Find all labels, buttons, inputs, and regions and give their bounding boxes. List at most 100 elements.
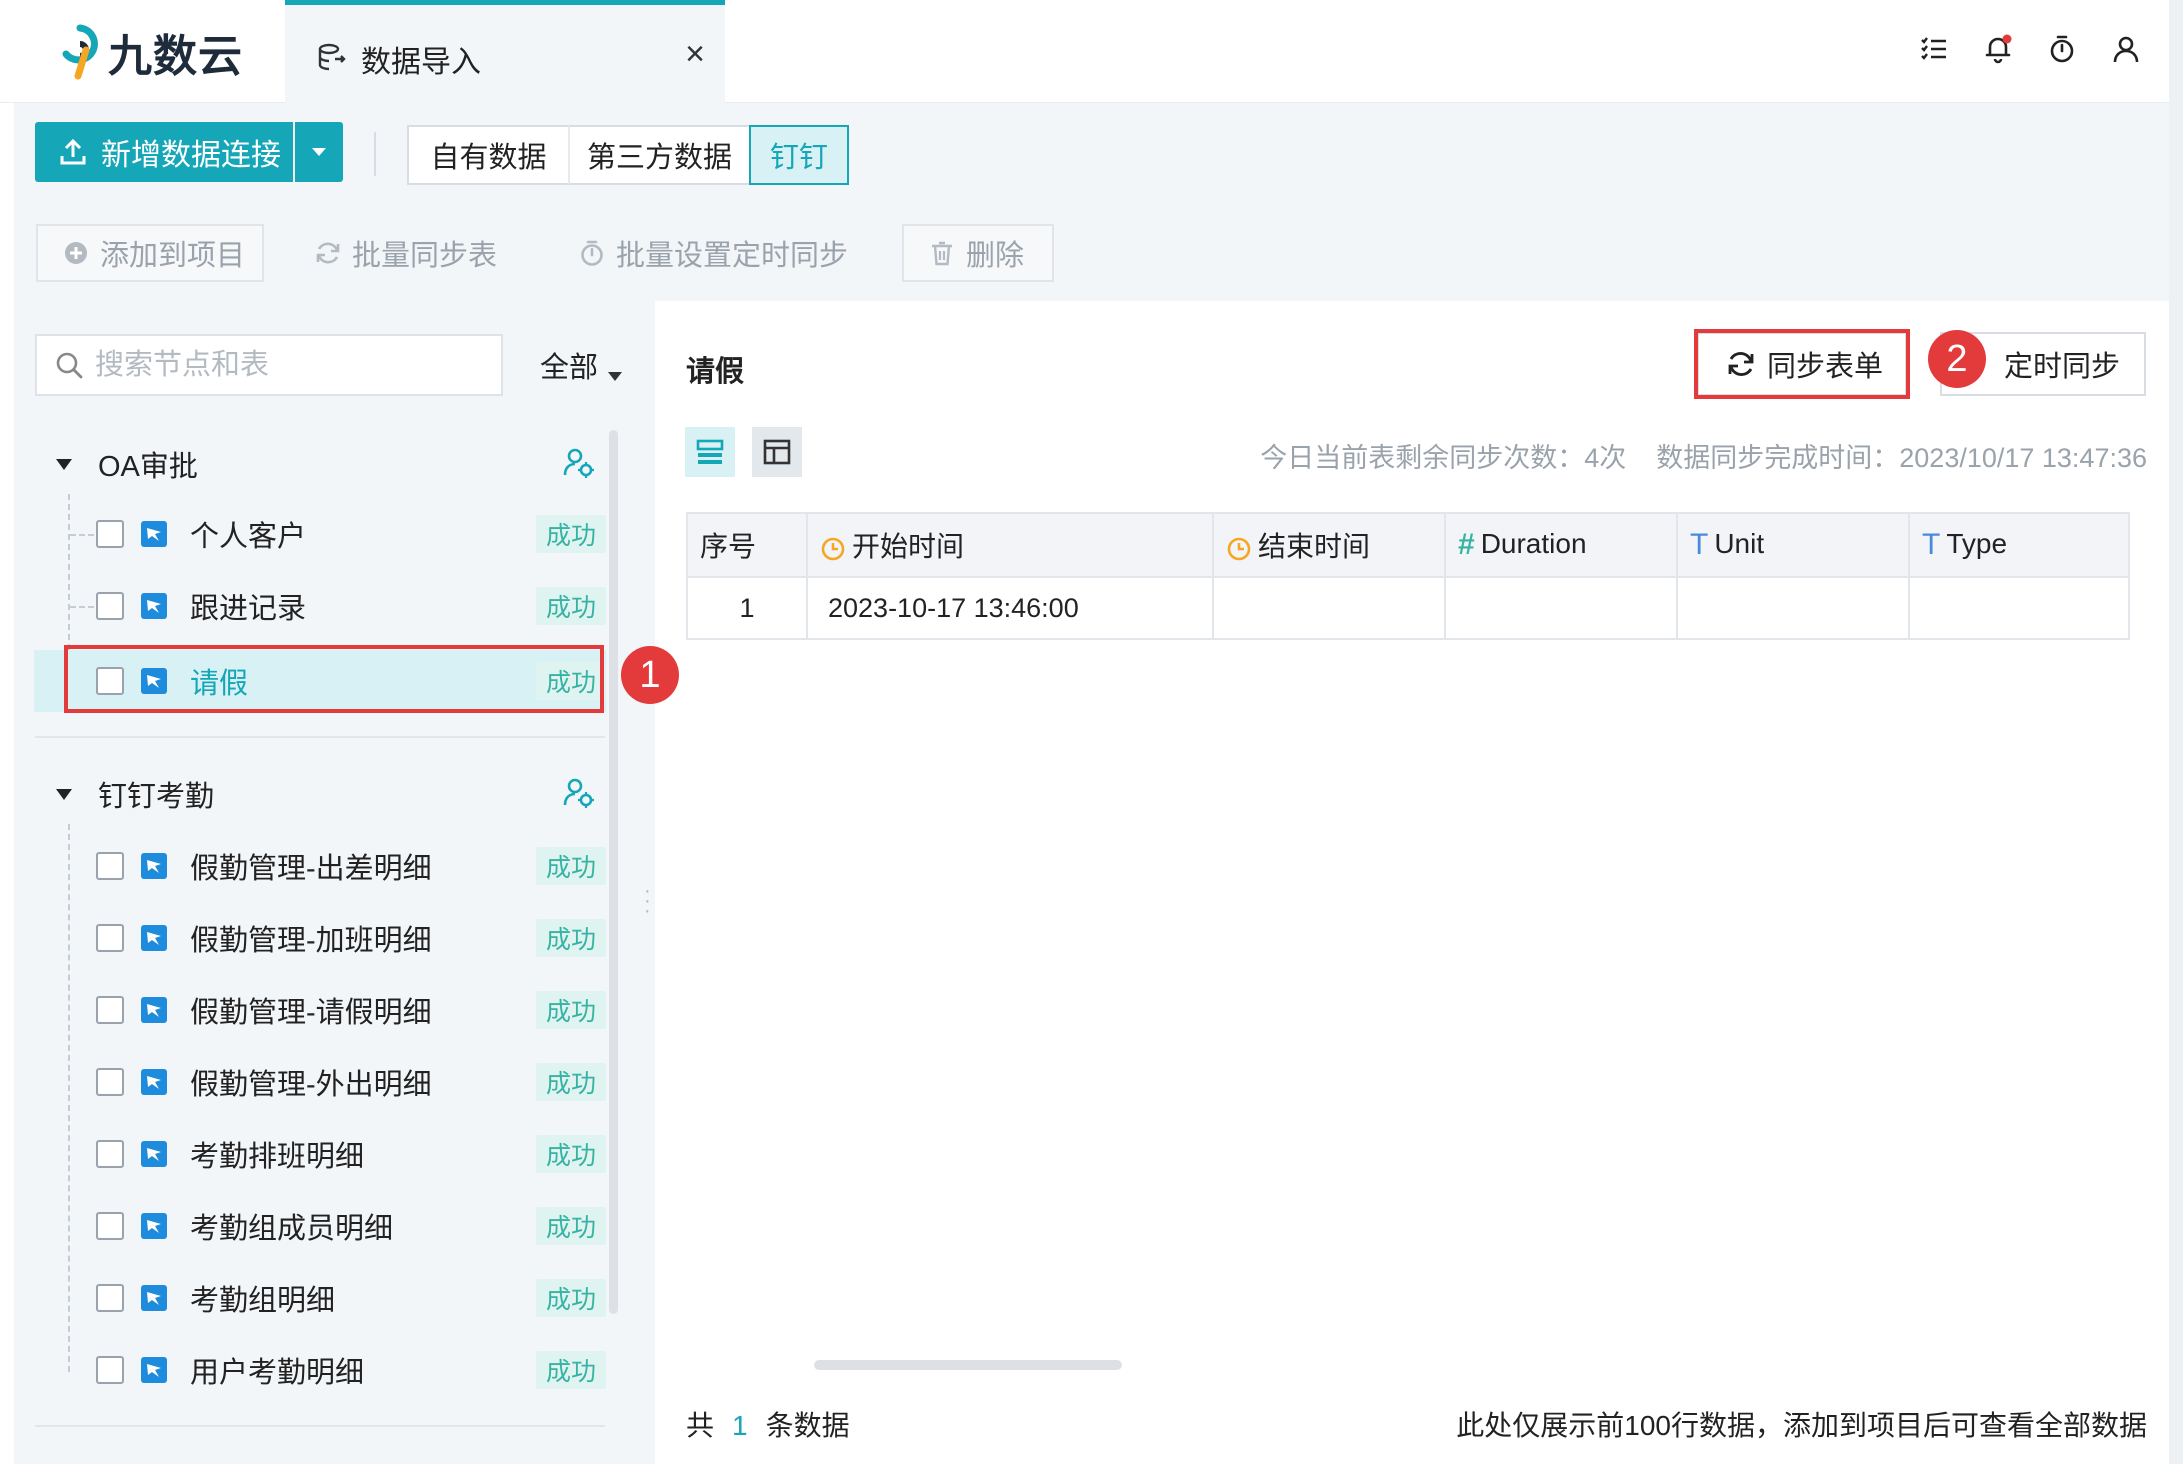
form-view-button[interactable] [685, 427, 735, 477]
dingtalk-table-icon [141, 1069, 167, 1095]
new-connection-dropdown-button[interactable] [295, 122, 343, 182]
column-header-index[interactable]: 序号 [686, 512, 808, 578]
table-header-row: 序号 开始时间 结束时间 # Duration T Unit T Type [686, 512, 2130, 578]
new-data-connection-button[interactable]: 新增数据连接 [35, 122, 293, 182]
filter-dropdown[interactable]: 全部 [540, 344, 623, 386]
logo-text: 九数云 [108, 32, 243, 81]
segment-own-data[interactable]: 自有数据 [407, 125, 568, 185]
tree-item-name: 个人客户 [190, 521, 307, 553]
status-badge: 成功 [535, 919, 606, 957]
tree-item-user-attendance[interactable]: 用户考勤明细 成功 [66, 1342, 606, 1398]
tree-item-attendance-group[interactable]: 考勤组明细 成功 [66, 1270, 606, 1326]
item-checkbox[interactable] [96, 852, 124, 880]
item-checkbox[interactable] [96, 1284, 124, 1312]
tree-item-group-members[interactable]: 考勤组成员明细 成功 [66, 1198, 606, 1254]
item-checkbox[interactable] [96, 1140, 124, 1168]
item-checkbox[interactable] [96, 592, 124, 620]
annotation-marker-1: 1 [621, 646, 679, 704]
dingtalk-table-icon [141, 1285, 167, 1311]
dingtalk-table-icon [141, 997, 167, 1023]
add-to-project-button[interactable]: 添加到项目 [36, 224, 264, 282]
item-checkbox[interactable] [96, 924, 124, 952]
datetime-type-icon [821, 537, 845, 560]
annotation-highlight-box [64, 645, 604, 713]
table-horizontal-scrollbar[interactable] [814, 1360, 1122, 1370]
annotation-highlight-box [1694, 329, 1910, 399]
user-settings-icon[interactable] [562, 446, 596, 480]
tree-item-name: 考勤组成员明细 [190, 1213, 394, 1245]
item-checkbox[interactable] [96, 996, 124, 1024]
tab-data-import[interactable]: 数据导入 × [285, 0, 725, 103]
column-header-start-time[interactable]: 开始时间 [806, 512, 1214, 578]
tree-item-follow-up[interactable]: 跟进记录 成功 [66, 578, 606, 634]
text-type-icon: T [1922, 528, 1941, 562]
table-cell [1444, 576, 1678, 640]
tree-item-name: 跟进记录 [190, 593, 307, 625]
tree-group-dingtalk-attendance[interactable]: 钉钉考勤 [56, 772, 596, 816]
group-divider [35, 736, 605, 738]
item-checkbox[interactable] [96, 1068, 124, 1096]
item-checkbox[interactable] [96, 1212, 124, 1240]
column-header-type[interactable]: T Type [1908, 512, 2130, 578]
annotation-marker-2: 2 [1928, 330, 1986, 388]
caret-down-icon [608, 371, 623, 381]
tab-label: 数据导入 [361, 46, 481, 79]
table-view-button[interactable] [752, 427, 802, 477]
close-icon[interactable]: × [675, 35, 715, 74]
left-panel-scrollbar[interactable] [609, 430, 618, 1314]
panel-resize-handle[interactable]: · · · [644, 881, 651, 921]
column-header-end-time[interactable]: 结束时间 [1212, 512, 1446, 578]
column-header-duration[interactable]: # Duration [1444, 512, 1678, 578]
batch-sync-button[interactable]: 批量同步表 [314, 224, 497, 282]
app-logo[interactable]: 九数云 [56, 24, 243, 81]
batch-timer-sync-button[interactable]: 批量设置定时同步 [578, 224, 848, 282]
batch-timer-sync-label: 批量设置定时同步 [616, 240, 849, 272]
tree-group-name: OA审批 [98, 451, 198, 483]
tree-item-shift-schedule[interactable]: 考勤排班明细 成功 [66, 1126, 606, 1182]
tree-group-oa[interactable]: OA审批 [56, 442, 596, 486]
sync-complete-time: 数据同步完成时间：2023/10/17 13:47:36 [1656, 443, 2147, 473]
tree-item-outing[interactable]: 假勤管理-外出明细 成功 [66, 1054, 606, 1110]
trash-icon [932, 241, 952, 266]
row-count-suffix: 条数据 [765, 1410, 850, 1441]
table-cell: 1 [686, 576, 808, 640]
user-icon[interactable] [2107, 30, 2145, 68]
table-cell: 2023-10-17 13:46:00 [806, 576, 1214, 640]
tree-item-business-trip[interactable]: 假勤管理-出差明细 成功 [66, 838, 606, 894]
sync-info: 今日当前表剩余同步次数：4次 数据同步完成时间：2023/10/17 13:47:… [1260, 436, 2147, 475]
delete-label: 删除 [966, 240, 1025, 272]
search-box[interactable] [35, 334, 503, 396]
tree-item-leave-detail[interactable]: 假勤管理-请假明细 成功 [66, 982, 606, 1038]
caret-down-icon[interactable] [56, 458, 72, 470]
dingtalk-table-icon [141, 593, 167, 619]
timer-sync-label: 定时同步 [2004, 351, 2121, 383]
add-to-project-label: 添加到项目 [100, 240, 246, 272]
item-checkbox[interactable] [96, 520, 124, 548]
caret-down-icon [312, 148, 326, 156]
segment-dingtalk[interactable]: 钉钉 [749, 125, 849, 185]
preview-limit-note: 此处仅展示前100行数据，添加到项目后可查看全部数据 [1456, 1410, 2147, 1441]
user-settings-icon[interactable] [562, 776, 596, 810]
item-checkbox[interactable] [96, 1356, 124, 1384]
timer-icon[interactable] [2043, 30, 2081, 68]
table-cell [1676, 576, 1910, 640]
remaining-sync-text: 今日当前表剩余同步次数：4次 [1260, 443, 1627, 473]
right-edge-strip [2169, 0, 2183, 1464]
plus-circle-icon [65, 242, 87, 264]
batch-sync-label: 批量同步表 [352, 240, 498, 272]
logo-icon [62, 24, 98, 80]
tree-group-name: 钉钉考勤 [98, 781, 215, 813]
segment-third-party-data[interactable]: 第三方数据 [568, 125, 749, 185]
search-input[interactable] [95, 348, 495, 382]
status-badge: 成功 [535, 1135, 606, 1173]
column-header-unit[interactable]: T Unit [1676, 512, 1910, 578]
list-icon[interactable] [1915, 30, 1953, 68]
dingtalk-table-icon [141, 1357, 167, 1383]
delete-button[interactable]: 删除 [902, 224, 1054, 282]
dingtalk-table-icon [141, 925, 167, 951]
bell-icon[interactable] [1979, 30, 2017, 68]
tree-item-overtime[interactable]: 假勤管理-加班明细 成功 [66, 910, 606, 966]
number-type-icon: # [1458, 528, 1475, 562]
tree-item-personal-customer[interactable]: 个人客户 成功 [66, 506, 606, 562]
caret-down-icon[interactable] [56, 788, 72, 800]
